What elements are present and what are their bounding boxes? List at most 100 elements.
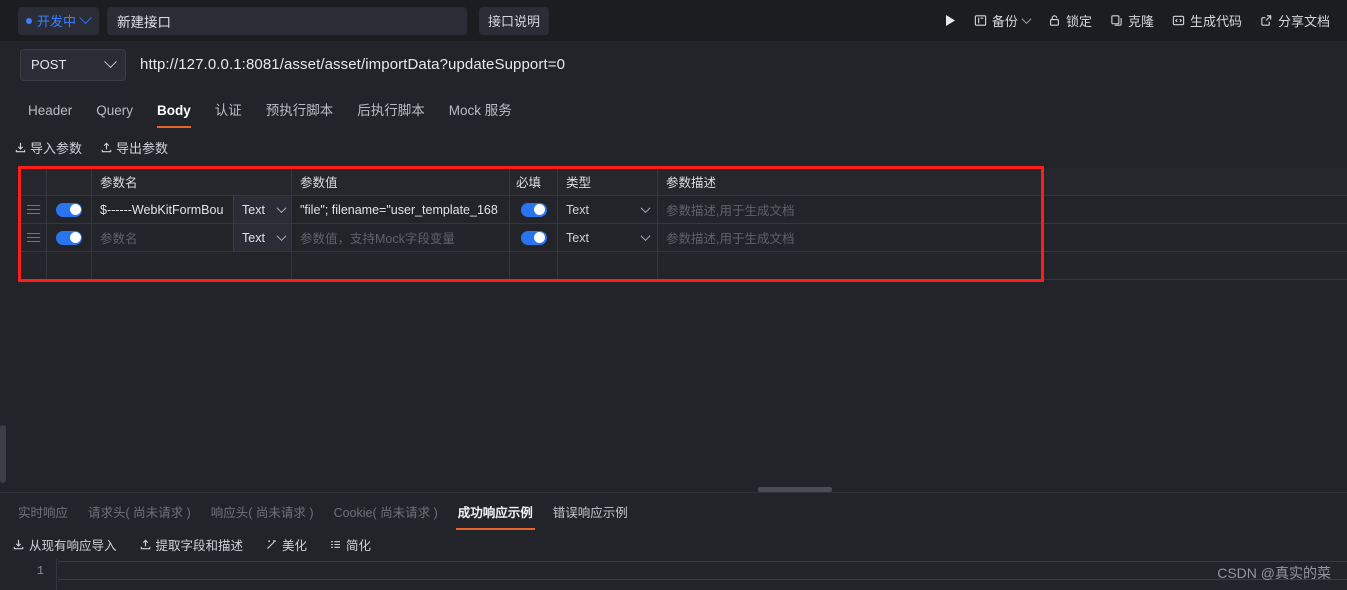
response-tools-row: 从现有响应导入 提取字段和描述 美化 简化 (0, 531, 1347, 557)
api-name-input[interactable] (107, 6, 468, 35)
top-actions-group: 备份 锁定 克隆 生成代码 分享文档 (936, 7, 1339, 35)
url-input[interactable]: http://127.0.0.1:8081/asset/asset/import… (140, 56, 565, 73)
toggle-switch-on-icon[interactable] (56, 230, 82, 245)
header-type: 类型 (558, 168, 658, 195)
request-tabs: Header Query Body 认证 预执行脚本 后执行脚本 Mock 服务 (0, 95, 1347, 128)
param-name-input[interactable]: 参数名 Text (92, 224, 292, 251)
response-example-editor[interactable]: 1 (0, 559, 1347, 590)
row-drag-handle[interactable] (20, 196, 47, 223)
panel-divider (0, 492, 1347, 493)
api-client-window: 开发中 接口说明 备份 锁定 (0, 0, 1347, 590)
btab-cookie[interactable]: Cookie( 尚未请求 ) (324, 498, 448, 530)
drag-handle-icon (26, 204, 40, 215)
import-from-response-button[interactable]: 从现有响应导入 (12, 535, 117, 554)
tab-auth[interactable]: 认证 (203, 95, 254, 128)
btab-success-example[interactable]: 成功响应示例 (448, 498, 543, 530)
table-empty-row (20, 252, 1347, 280)
tab-post-script[interactable]: 后执行脚本 (345, 95, 437, 128)
empty-name-col (92, 252, 292, 279)
tab-header[interactable]: Header (16, 95, 84, 128)
lock-icon (1049, 15, 1059, 26)
table-row: $------WebKitFormBou Text "file"; filena… (20, 196, 1347, 224)
header-param-name: 参数名 (92, 168, 292, 195)
btab-realtime-response[interactable]: 实时响应 (8, 498, 78, 530)
empty-drag-col (20, 252, 47, 279)
param-name-placeholder: 参数名 (100, 232, 138, 246)
btab-error-example[interactable]: 错误响应示例 (543, 498, 638, 530)
http-method-value: POST (31, 57, 67, 72)
code-icon (1172, 15, 1185, 26)
tab-body[interactable]: Body (145, 95, 203, 128)
param-description-input[interactable]: 参数描述,用于生成文档 (658, 196, 1347, 223)
row-enable-toggle[interactable] (47, 224, 92, 251)
empty-type-col (558, 252, 658, 279)
generate-code-button[interactable]: 生成代码 (1163, 7, 1251, 35)
param-name-type-select[interactable]: Text (233, 196, 291, 223)
param-type-select[interactable]: Text (558, 196, 658, 223)
required-toggle[interactable] (510, 196, 558, 223)
api-description-button[interactable]: 接口说明 (479, 6, 550, 35)
import-params-label: 导入参数 (30, 140, 83, 156)
url-bar: POST http://127.0.0.1:8081/asset/asset/i… (0, 41, 1347, 88)
tab-pre-script[interactable]: 预执行脚本 (254, 95, 346, 128)
param-name-input[interactable]: $------WebKitFormBou Text (92, 196, 292, 223)
param-name-type-select[interactable]: Text (233, 224, 291, 251)
share-doc-button[interactable]: 分享文档 (1251, 7, 1339, 35)
backup-label: 备份 (991, 14, 1018, 29)
import-icon (13, 539, 24, 549)
import-params-button[interactable]: 导入参数 (14, 138, 82, 157)
import-from-response-label: 从现有响应导入 (29, 538, 117, 553)
vertical-scrollbar[interactable] (0, 425, 6, 483)
extract-fields-label: 提取字段和描述 (155, 538, 244, 553)
tab-mock-service[interactable]: Mock 服务 (437, 95, 524, 128)
param-description-placeholder: 参数描述,用于生成文档 (666, 232, 795, 246)
row-drag-handle[interactable] (20, 224, 47, 251)
param-name-type-value: Text (242, 202, 265, 217)
chevron-down-icon[interactable] (1021, 14, 1032, 25)
param-tools-row: 导入参数 导出参数 (0, 134, 1347, 160)
toggle-switch-on-icon[interactable] (520, 202, 547, 217)
extract-fields-button[interactable]: 提取字段和描述 (139, 535, 244, 554)
header-required: 必填 (510, 168, 558, 195)
list-icon (331, 540, 341, 548)
chevron-down-icon (640, 203, 651, 214)
simplify-button[interactable]: 简化 (329, 535, 371, 554)
toggle-switch-on-icon[interactable] (56, 202, 82, 217)
editor-code-area[interactable] (56, 559, 1347, 590)
beautify-button[interactable]: 美化 (265, 535, 307, 554)
param-value-input[interactable]: 参数值，支持Mock字段变量 (292, 224, 510, 251)
table-row: 参数名 Text 参数值，支持Mock字段变量 Text 参数描述,用于生成文档 (20, 224, 1347, 252)
export-params-button[interactable]: 导出参数 (100, 138, 168, 157)
lock-button[interactable]: 锁定 (1039, 7, 1101, 35)
empty-enable-col (47, 252, 92, 279)
run-button[interactable] (936, 7, 965, 35)
empty-value-col (292, 252, 510, 279)
api-status-dropdown[interactable]: 开发中 (18, 6, 100, 35)
param-description-input[interactable]: 参数描述,用于生成文档 (658, 224, 1347, 251)
clone-icon (1111, 15, 1122, 26)
header-param-value: 参数值 (292, 168, 510, 195)
params-table: 参数名 参数值 必填 类型 参数描述 $------WebKitFormBou … (20, 168, 1347, 280)
play-icon (945, 15, 955, 26)
api-description-label: 接口说明 (488, 14, 541, 29)
export-icon (101, 142, 112, 152)
backup-button[interactable]: 备份 (965, 7, 1039, 35)
toggle-switch-on-icon[interactable] (520, 230, 547, 245)
top-toolbar: 开发中 接口说明 备份 锁定 (0, 0, 1347, 41)
param-value-input[interactable]: "file"; filename="user_template_168 (292, 196, 510, 223)
header-enable-col (47, 168, 92, 195)
clone-button[interactable]: 克隆 (1101, 7, 1163, 35)
http-method-select[interactable]: POST (20, 48, 126, 81)
tab-query[interactable]: Query (84, 95, 145, 128)
btab-request-headers[interactable]: 请求头( 尚未请求 ) (78, 498, 201, 530)
param-description-placeholder: 参数描述,用于生成文档 (666, 204, 795, 218)
required-toggle[interactable] (510, 224, 558, 251)
drag-handle-icon (26, 232, 40, 243)
response-tabs: 实时响应 请求头( 尚未请求 ) 响应头( 尚未请求 ) Cookie( 尚未请… (0, 498, 1347, 530)
row-enable-toggle[interactable] (47, 196, 92, 223)
param-type-value: Text (566, 202, 589, 217)
btab-response-headers[interactable]: 响应头( 尚未请求 ) (201, 498, 324, 530)
chevron-down-icon (276, 203, 287, 214)
param-type-select[interactable]: Text (558, 224, 658, 251)
header-drag-col (20, 168, 47, 195)
